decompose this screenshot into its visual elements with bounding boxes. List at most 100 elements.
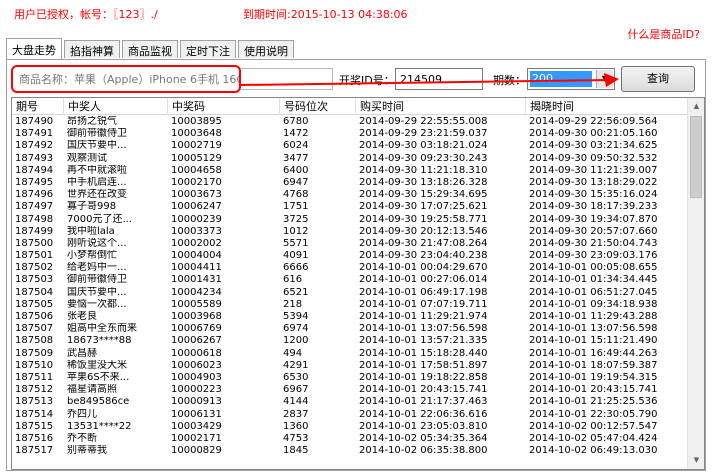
table-cell: 2014-10-01 17:58:51.897 (359, 359, 488, 371)
table-cell: 2014-10-02 05:47:04.424 (529, 432, 658, 444)
table-cell: 2014-10-01 21:25:25.536 (529, 396, 658, 408)
table-cell: 2014-09-30 15:29:34.695 (359, 189, 488, 201)
table-row[interactable]: 187498 7000元了还... 10000239 3725 2014-09-30 1… (12, 214, 688, 226)
table-cell: 187499 (15, 225, 54, 237)
table-row[interactable]: 187502 给老妈中一... 10004411 6666 2014-10-01 00:… (12, 262, 688, 274)
table-row[interactable]: 187496 世界还在改变 10003673 4768 2014-09-30 15:29… (12, 189, 688, 201)
table-cell: 1200 (283, 335, 309, 347)
table-cell: 2014-09-30 17:07:25.621 (359, 201, 488, 213)
table-cell: 4091 (283, 250, 309, 262)
table-cell: 10004234 (171, 286, 222, 298)
table-cell: 给老妈中一... (67, 262, 127, 274)
table-cell: 187504 (15, 286, 54, 298)
scroll-up-icon[interactable]: ▲ (688, 98, 704, 115)
table-row[interactable]: 187495 中手机启连... 10002170 6947 2014-09-30 13:… (12, 177, 688, 189)
table-row[interactable]: 187511 苹果6S不来... 10004903 6530 2014-10-01 19… (12, 372, 688, 384)
column-header-winner[interactable]: 中奖人 (64, 98, 168, 115)
table-cell: 6530 (283, 371, 309, 383)
table-row[interactable]: 187505 要恼一次都... 10005589 218 2014-10-01 07:0… (12, 299, 688, 311)
table-cell: 6521 (283, 286, 309, 298)
table-row[interactable]: 187514 乔四儿 10006131 2837 2014-10-01 22:06:36… (12, 409, 688, 421)
column-header-code-position[interactable]: 号码位次 (280, 98, 356, 115)
chevron-down-icon[interactable]: ▼ (596, 70, 613, 88)
table-cell: 寡子哥998 (67, 201, 117, 213)
table-cell: 2014-09-30 20:57:07.660 (529, 225, 658, 237)
product-id-help-link[interactable]: 什么是商品ID? (627, 26, 700, 42)
table-cell: 2014-10-01 19:18:22.858 (359, 371, 488, 383)
table-cell: 2014-10-01 18:07:59.387 (529, 359, 658, 371)
table-cell: 13531****22 (67, 420, 132, 432)
table-row[interactable]: 187492 国庆节要中... 10002719 6024 2014-09-30 03:… (12, 140, 688, 152)
table-cell: 2014-10-01 13:07:56.598 (359, 323, 488, 335)
tab-2[interactable]: 商品监视 (122, 40, 178, 58)
table-cell: 10003429 (171, 420, 222, 432)
table-cell: 2014-10-02 00:12:57.547 (529, 420, 658, 432)
period-count-select[interactable]: 200 ▼ (527, 68, 615, 90)
column-header-winning-code[interactable]: 中奖码 (168, 98, 280, 115)
table-cell: 616 (283, 274, 303, 286)
table-row[interactable]: 187509 武昌赫 10000618 494 2014-10-01 15:18:28.… (12, 348, 688, 360)
table-row[interactable]: 187508 18673****88 10006267 1200 2014-10-01 … (12, 335, 688, 347)
table-cell: 2014-10-01 21:17:37.463 (359, 396, 488, 408)
table-cell: 乔不断 (67, 432, 97, 444)
table-cell: 2014-09-30 19:34:07.870 (529, 213, 658, 225)
tab-1[interactable]: 掐指神算 (64, 40, 120, 58)
table-row[interactable]: 187494 再不中就滚啦 10004658 6400 2014-09-30 11:21… (12, 165, 688, 177)
tab-0[interactable]: 大盘走势 (6, 38, 62, 59)
column-header-purchase-time[interactable]: 购买时间 (356, 98, 526, 115)
tab-3[interactable]: 定时下注 (180, 40, 236, 58)
table-row[interactable]: 187507 姐高中全东而来 10006769 6974 2014-10-01 13:0… (12, 323, 688, 335)
table-cell: 2014-09-30 13:18:26.328 (359, 176, 488, 188)
table-row[interactable]: 187493 观察测试 10005129 3477 2014-09-30 09:23:3… (12, 153, 688, 165)
issue-id-input[interactable] (395, 68, 483, 90)
table-cell: 2014-10-02 06:49:13.030 (529, 445, 658, 457)
table-cell: 世界还在改变 (67, 189, 127, 201)
table-cell: 10003648 (171, 128, 222, 140)
table-cell: 6400 (283, 164, 309, 176)
table-row[interactable]: 187515 13531****22 10003429 1360 2014-10-01 … (12, 421, 688, 433)
table-row[interactable]: 187516 乔不断 10002171 4753 2014-10-02 05:34:35… (12, 433, 688, 445)
table-row[interactable]: 187512 福星请高照 10000223 6967 2014-10-01 20:43:… (12, 384, 688, 396)
table-row[interactable]: 187499 我中啦lala 10003373 1012 2014-09-30 20:1… (12, 226, 688, 238)
table-row[interactable]: 187504 国庆节要中... 10004234 6521 2014-10-01 06:… (12, 287, 688, 299)
table-row[interactable]: 187490 昂扬之锐气 10003895 6780 2014-09-29 22:55:… (12, 116, 688, 128)
scroll-down-icon[interactable]: ▼ (688, 452, 704, 469)
table-cell: 10002002 (171, 237, 222, 249)
table-cell: 2014-09-29 22:56:09.564 (529, 116, 658, 127)
table-cell: 10000239 (171, 213, 222, 225)
product-name-field[interactable]: 商品名称：苹果（Apple）iPhone 6手机 16GB （预售） (11, 65, 241, 93)
table-row[interactable]: 187497 寡子哥998 10006247 1751 2014-09-30 17:07… (12, 201, 688, 213)
table-cell: 494 (283, 347, 303, 359)
table-row[interactable]: 187503 御前带徽侍卫 10001431 616 2014-10-01 00:27:… (12, 274, 688, 286)
table-cell: 10006023 (171, 359, 222, 371)
table-cell: 2014-10-01 01:34:34.445 (529, 274, 658, 286)
table-cell: 6967 (283, 384, 309, 396)
column-header-reveal-time[interactable]: 揭晓时间 (526, 98, 688, 115)
table-row[interactable]: 187501 小梦帮倒忙 10004004 4091 2014-09-30 23:04:… (12, 250, 688, 262)
table-cell: 187494 (15, 164, 54, 176)
tab-4[interactable]: 使用说明 (238, 40, 294, 58)
table-cell: 187497 (15, 201, 54, 213)
vertical-scrollbar[interactable]: ▲ ▼ (687, 98, 704, 469)
table-cell: 小梦帮倒忙 (67, 250, 117, 262)
table-cell: 4753 (283, 432, 309, 444)
scroll-thumb[interactable] (690, 116, 702, 198)
table-row[interactable]: 187506 张老良 10003968 5394 2014-10-01 11:29:21… (12, 311, 688, 323)
table-cell: 3477 (283, 152, 309, 164)
table-row[interactable]: 187500 刚听说这个... 10002002 5571 2014-09-30 21:… (12, 238, 688, 250)
table-cell: 2014-10-01 09:34:18.938 (529, 298, 658, 310)
column-header-issue[interactable]: 期号 (12, 98, 64, 115)
table-row[interactable]: 187510 稀饭里没大米 10006023 4291 2014-10-01 17:58… (12, 360, 688, 372)
table-cell: 187491 (15, 128, 54, 140)
table-cell: 2014-10-01 19:19:54.315 (529, 371, 658, 383)
table-row[interactable]: 187491 御前带徽侍卫 10003648 1472 2014-09-29 23:21… (12, 128, 688, 140)
table-cell: 观察测试 (67, 152, 107, 164)
table-cell: 10006267 (171, 335, 222, 347)
table-cell: 2014-10-01 06:51:27.045 (529, 286, 658, 298)
table-cell: 187493 (15, 152, 54, 164)
query-button[interactable]: 查询 (621, 66, 695, 92)
table-row[interactable]: 187513 be849586ce 10000913 4144 2014-10-01 2… (12, 396, 688, 408)
table-cell: 10003895 (171, 116, 222, 127)
table-row[interactable]: 187517 别蒂蒂我 10000829 1845 2014-10-02 06:35:3… (12, 445, 688, 457)
table-cell: 2014-10-01 11:29:21.974 (359, 311, 488, 322)
